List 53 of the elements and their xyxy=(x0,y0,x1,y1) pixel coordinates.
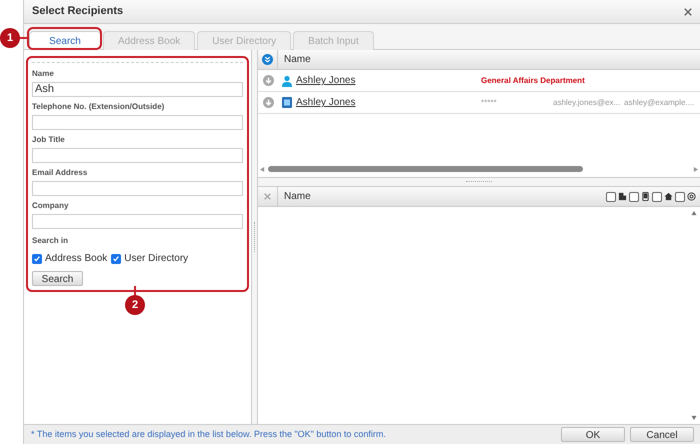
scroll-up-icon[interactable] xyxy=(691,211,697,216)
contact-link[interactable]: Ashley Jones xyxy=(296,73,481,88)
house-icon xyxy=(664,192,673,201)
mobile-phone-icon xyxy=(641,192,650,201)
scroll-left-icon[interactable] xyxy=(260,166,265,172)
field-label: Telephone No. (Extension/Outside) xyxy=(32,101,166,113)
move-down-icon[interactable] xyxy=(262,97,274,108)
result-row[interactable]: Ashley Jones General Affairs Department xyxy=(258,70,700,92)
scrollbar-thumb[interactable] xyxy=(268,166,583,172)
footer-note: * The items you selected are displayed in the list below. Press the "OK" button to confirm. xyxy=(31,428,386,441)
checkbox[interactable] xyxy=(32,254,42,264)
person-icon xyxy=(281,74,293,86)
column-header: Name xyxy=(283,190,312,204)
checkbox[interactable] xyxy=(606,192,616,202)
move-all-down-icon[interactable] xyxy=(262,54,273,65)
input-field[interactable] xyxy=(32,148,243,163)
remove-all-icon[interactable] xyxy=(264,193,271,200)
email-text: ashley.jones@ex... xyxy=(553,96,622,108)
move-down-icon[interactable] xyxy=(262,75,274,86)
search-button[interactable]: Search xyxy=(32,271,83,286)
input-field[interactable] xyxy=(32,181,243,196)
checkbox-label: Address Book xyxy=(45,252,108,266)
phone-text: ***** xyxy=(481,96,498,108)
scroll-down-icon[interactable] xyxy=(691,415,697,420)
input-field[interactable] xyxy=(32,115,243,130)
checkbox[interactable] xyxy=(629,192,639,202)
checkbox[interactable] xyxy=(652,192,662,202)
email-text: ashley@example.... xyxy=(624,96,694,108)
splitter-handle[interactable] xyxy=(466,181,492,183)
field-label: Job Title xyxy=(32,134,66,146)
contact-link[interactable]: Ashley Jones xyxy=(296,95,481,110)
input-field[interactable]: Ash xyxy=(32,82,243,97)
dialog-button[interactable]: OK xyxy=(561,427,625,442)
field-label: Email Address xyxy=(32,167,88,179)
checkbox[interactable] xyxy=(111,254,122,264)
department-text: General Affairs Department xyxy=(481,74,585,86)
window-title: Select Recipients xyxy=(32,4,124,20)
checkbox[interactable] xyxy=(675,192,685,202)
building-icon xyxy=(618,192,627,201)
callout-badge: 1 xyxy=(0,28,20,48)
address-book-icon xyxy=(281,96,293,109)
input-field[interactable] xyxy=(32,214,243,229)
column-header: Name xyxy=(283,53,311,67)
field-label: Search in xyxy=(32,235,70,247)
field-label: Name xyxy=(32,68,55,80)
splitter-handle[interactable] xyxy=(254,222,256,252)
field-label: Company xyxy=(32,200,70,212)
close-icon[interactable] xyxy=(684,8,692,16)
result-row[interactable]: Ashley Jones ***** ashley.jones@ex... ashley@example.... xyxy=(258,92,700,114)
horizontal-scrollbar[interactable] xyxy=(258,164,700,174)
dialog-button[interactable]: Cancel xyxy=(630,427,694,442)
scroll-right-icon[interactable] xyxy=(693,166,698,172)
checkbox-label: User Directory xyxy=(124,252,188,266)
